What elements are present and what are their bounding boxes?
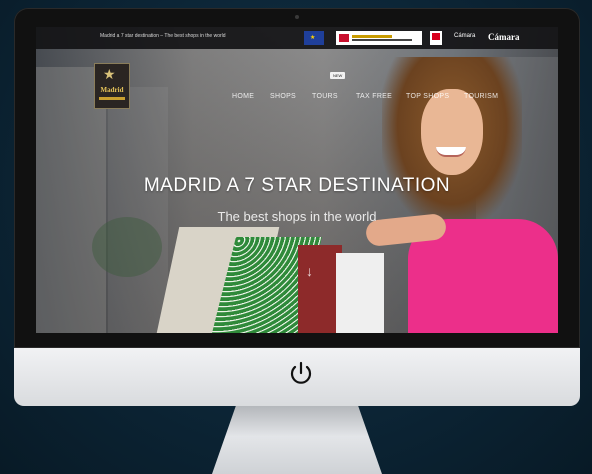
arrow-down-icon[interactable]: ↓	[306, 263, 313, 279]
nav-item-tourism[interactable]: TOURISM	[464, 93, 498, 100]
background-tree	[92, 217, 162, 277]
nav-item-tax-free[interactable]: TAX FREE	[356, 93, 392, 100]
eu-flag-icon: ★	[304, 31, 324, 45]
nav-item-top-shops[interactable]: TOP SHOPS	[406, 93, 449, 100]
monitor-chin	[14, 348, 580, 406]
site-logo[interactable]: ★ Madrid	[94, 63, 130, 109]
camera-icon	[295, 15, 299, 19]
star-icon: ★	[103, 66, 116, 82]
shopping-bag-white	[336, 253, 384, 333]
camara-logo-large[interactable]: Cámara	[488, 32, 520, 42]
monitor-stand	[212, 406, 382, 474]
hero-title: MADRID A 7 STAR DESTINATION	[143, 175, 451, 196]
site-top-bar: Madrid a 7 star destination – The best s…	[36, 27, 558, 49]
power-icon[interactable]	[286, 358, 316, 388]
hero-subtitle: The best shops in the world	[217, 209, 377, 224]
nav-item-home[interactable]: HOME	[232, 93, 254, 100]
website-screen: Madrid a 7 star destination – The best s…	[36, 27, 558, 333]
government-logo[interactable]	[336, 31, 422, 45]
camara-logo-small[interactable]: Cámara	[454, 33, 475, 39]
nav-item-tours[interactable]: TOURS	[312, 93, 338, 100]
site-logo-text: Madrid	[100, 86, 124, 94]
new-badge[interactable]: NEW	[330, 72, 346, 79]
hero-photo-face	[421, 89, 483, 175]
site-tagline: Madrid a 7 star destination – The best s…	[100, 33, 226, 39]
monitor-bezel: Madrid a 7 star destination – The best s…	[14, 8, 580, 348]
comunidad-madrid-logo[interactable]	[430, 31, 442, 45]
nav-item-shops[interactable]: SHOPS	[270, 93, 296, 100]
